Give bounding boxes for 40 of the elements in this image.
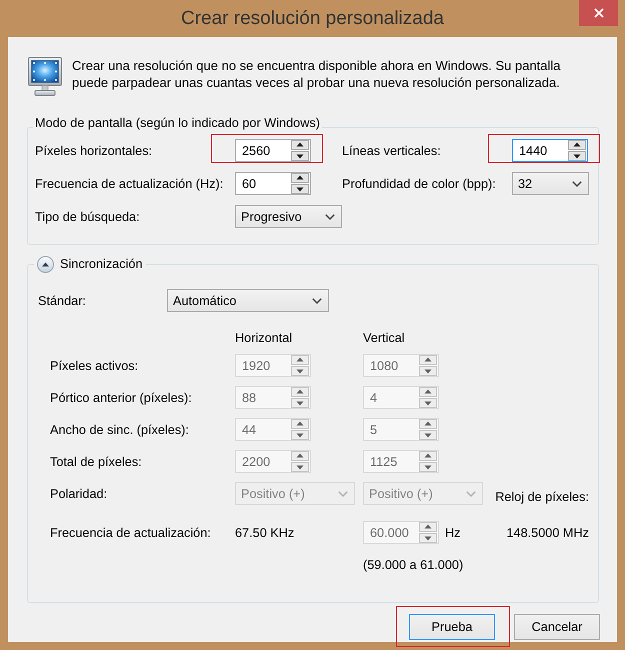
field-label: Píxeles horizontales: [35, 144, 154, 158]
field-label: Pórtico anterior (píxeles): [50, 390, 193, 404]
spin-box[interactable]: 60 [235, 172, 311, 195]
range-text: (59.000 a 61.000) [363, 558, 464, 573]
group-title: Sincronización [60, 257, 143, 272]
field-label: Polaridad: [50, 486, 108, 500]
column-header: Vertical [363, 331, 406, 346]
dialog-button[interactable]: Cancelar [514, 614, 600, 640]
field-label: Líneas verticales: [342, 144, 442, 158]
reading-text: 67.50 KHz [235, 526, 294, 540]
description-text: Crear una resolución que no se encuentra disponible ahora en Windows. Su pantalla puede parpadear unas cuantas veces al probar una nueva resolución personalizada. [72, 57, 562, 92]
field-label: Frecuencia de actualización (Hz): [35, 176, 224, 190]
close-button[interactable] [579, 0, 618, 26]
field-label: Tipo de búsqueda: [35, 210, 141, 224]
field-label: Profundidad de color (bpp): [342, 176, 497, 190]
chevron-down-icon [312, 298, 322, 304]
chevron-down-icon [325, 214, 335, 220]
field-label: Píxeles activos: [50, 358, 140, 372]
chevron-down-icon [572, 180, 582, 186]
spin-box[interactable]: 2560 [235, 139, 311, 162]
chevron-down-icon [466, 490, 476, 496]
close-icon [594, 8, 604, 18]
monitor-icon [28, 57, 62, 97]
unit-label: Hz [445, 526, 461, 540]
dropdown[interactable]: Automático [167, 289, 329, 312]
collapse-icon[interactable] [37, 256, 54, 273]
dropdown[interactable]: Progresivo [235, 205, 342, 228]
field-label: Ancho de sinc. (píxeles): [50, 422, 190, 436]
field-label: Reloj de píxeles: [495, 490, 589, 505]
dialog-button[interactable]: Prueba [409, 614, 495, 640]
dropdown[interactable]: 32 [512, 172, 589, 195]
field-label: Total de píxeles: [50, 454, 143, 468]
field-label: Stándar: [38, 294, 87, 308]
field-label: Frecuencia de actualización: [50, 526, 212, 540]
window-title: Crear resolución personalizada [181, 8, 444, 30]
group-title: Modo de pantalla (según lo indicado por Windows) [35, 116, 320, 130]
spin-box[interactable]: 1440 [512, 139, 588, 162]
column-header: Horizontal [235, 331, 294, 346]
reading-text: 148.5000 MHz [506, 526, 589, 540]
chevron-down-icon [338, 490, 348, 496]
